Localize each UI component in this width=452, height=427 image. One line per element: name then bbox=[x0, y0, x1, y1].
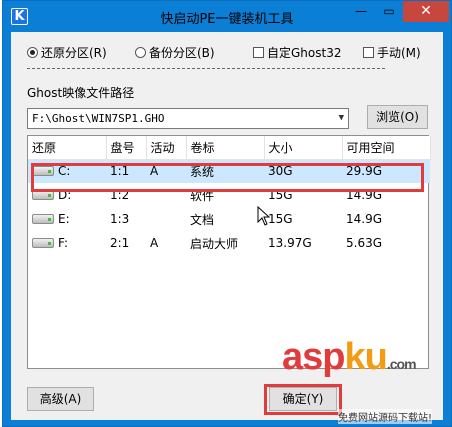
watermark-com: .com bbox=[386, 356, 417, 372]
disk-cell: 1:2 bbox=[110, 188, 130, 202]
size-cell: 30G bbox=[264, 159, 342, 183]
col-header-restore[interactable]: 还原 bbox=[28, 136, 107, 160]
col-header-disk[interactable]: 盘号 bbox=[106, 136, 147, 160]
backup-option-label: 备份分区(B) bbox=[149, 46, 215, 60]
col-header-active[interactable]: 活动 bbox=[146, 136, 187, 160]
active-cell: A bbox=[146, 159, 186, 183]
partition-table: 还原 盘号 活动 卷标 大小 可用空间 C: 1:1 A 系统 30G 29.9… bbox=[27, 135, 431, 369]
drive-cell: C: bbox=[28, 159, 106, 183]
hard-drive-icon bbox=[32, 190, 54, 200]
size-cell: 13.97G bbox=[268, 236, 312, 250]
table-row[interactable]: D: 1:2 软件 15G 14.9G bbox=[28, 183, 430, 207]
active-cell bbox=[146, 207, 186, 231]
disk-cell: 1:1 bbox=[106, 159, 146, 183]
free-cell: 29.9G bbox=[342, 159, 430, 183]
hard-drive-icon bbox=[32, 166, 54, 177]
restore-radio-icon[interactable] bbox=[27, 47, 38, 58]
hard-drive-icon bbox=[32, 214, 54, 224]
watermark-ku: ku bbox=[344, 336, 387, 378]
watermark-subtitle: 免费网站源码下载站! bbox=[338, 409, 433, 424]
custom-ghost-checkbox[interactable] bbox=[253, 47, 264, 58]
drive-letter: E: bbox=[58, 212, 70, 226]
disk-cell: 2:1 bbox=[110, 236, 130, 250]
advanced-button[interactable]: 高级(A) bbox=[27, 387, 94, 411]
restore-option-label: 还原分区(R) bbox=[41, 46, 107, 60]
image-path-value: F:\Ghost\WIN7SP1.GHO bbox=[32, 112, 165, 125]
active-cell bbox=[146, 183, 186, 207]
mouse-pointer-icon bbox=[257, 206, 271, 226]
col-header-label[interactable]: 卷标 bbox=[186, 136, 265, 160]
browse-button[interactable]: 浏览(O) bbox=[367, 105, 428, 129]
backup-partition-option[interactable]: 备份分区(B) bbox=[135, 45, 215, 61]
minimize-button[interactable]: — bbox=[347, 1, 375, 22]
image-path-label: Ghost映像文件路径 bbox=[27, 86, 135, 100]
custom-ghost-option[interactable]: 自定Ghost32 bbox=[253, 45, 341, 61]
manual-label: 手动(M) bbox=[377, 46, 421, 60]
drive-letter: C: bbox=[58, 164, 71, 179]
label-cell: 软件 bbox=[190, 188, 215, 203]
hard-drive-icon bbox=[32, 238, 54, 248]
label-cell: 文档 bbox=[190, 212, 215, 227]
drive-cell: D: bbox=[28, 183, 106, 207]
manual-option[interactable]: 手动(M) bbox=[363, 45, 421, 61]
drive-letter: D: bbox=[58, 188, 72, 202]
separator bbox=[27, 68, 385, 69]
label-cell: 启动大师 bbox=[190, 236, 239, 251]
active-cell: A bbox=[150, 236, 159, 250]
watermark-asp: asp bbox=[282, 336, 345, 378]
drive-cell: F: bbox=[28, 231, 106, 255]
free-cell: 14.9G bbox=[346, 188, 383, 202]
drive-letter: F: bbox=[58, 236, 69, 250]
restore-partition-option[interactable]: 还原分区(R) bbox=[27, 45, 107, 61]
size-cell: 15G bbox=[268, 212, 293, 226]
free-cell: 14.9G bbox=[346, 212, 383, 226]
watermark-logo: aspku.com bbox=[282, 336, 417, 385]
table-header-row: 还原 盘号 活动 卷标 大小 可用空间 bbox=[28, 136, 431, 160]
size-cell: 15G bbox=[268, 188, 293, 202]
custom-ghost-label: 自定Ghost32 bbox=[267, 46, 342, 60]
disk-cell: 1:3 bbox=[110, 212, 130, 226]
backup-radio-icon[interactable] bbox=[135, 47, 146, 58]
table-row[interactable]: F: 2:1 A 启动大师 13.97G 5.63G bbox=[28, 231, 430, 255]
title-bar[interactable]: K 快启动PE一键装机工具 — ▭ ✕ bbox=[3, 1, 451, 32]
table-row[interactable]: E: 1:3 文档 15G 14.9G bbox=[28, 207, 430, 231]
maximize-button[interactable]: ▭ bbox=[375, 1, 403, 22]
image-path-select[interactable]: F:\Ghost\WIN7SP1.GHO ▼ bbox=[27, 108, 349, 129]
dropdown-arrow-icon[interactable]: ▼ bbox=[339, 109, 344, 128]
col-header-free[interactable]: 可用空间 bbox=[342, 136, 431, 160]
label-cell: 系统 bbox=[186, 159, 264, 183]
drive-cell: E: bbox=[28, 207, 106, 231]
ok-button[interactable]: 确定(Y) bbox=[269, 387, 337, 411]
free-cell: 5.63G bbox=[346, 236, 383, 250]
col-header-size[interactable]: 大小 bbox=[264, 136, 343, 160]
close-button[interactable]: ✕ bbox=[403, 1, 449, 22]
table-row[interactable]: C: 1:1 A 系统 30G 29.9G bbox=[28, 159, 430, 183]
manual-checkbox[interactable] bbox=[363, 47, 374, 58]
